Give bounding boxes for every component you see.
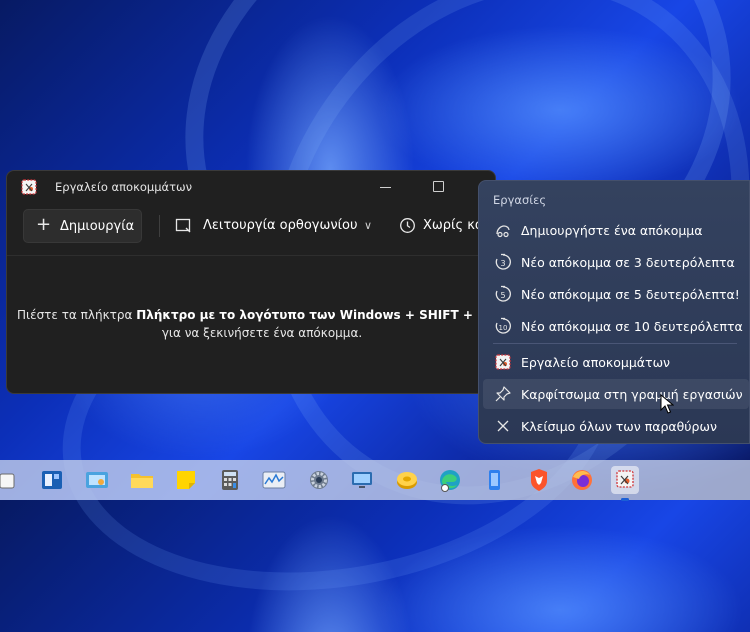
snipping-tool-icon — [495, 354, 511, 370]
title-bar[interactable]: Εργαλείο αποκομμάτων — [7, 171, 495, 203]
svg-text:10: 10 — [499, 324, 508, 332]
task-label: Νέο απόκομμα σε 10 δευτερόλεπτα — [521, 319, 743, 334]
sticky-notes-icon[interactable] — [172, 466, 200, 494]
svg-text:3: 3 — [500, 259, 505, 268]
task-snip-3s[interactable]: 3 Νέο απόκομμα σε 3 δευτερόλεπτα — [483, 247, 749, 277]
edge-icon[interactable] — [436, 466, 464, 494]
clock-icon — [400, 218, 415, 233]
close-all-label: Κλείσιμο όλων των παραθύρων — [521, 419, 717, 434]
pin-label: Καρφίτσωμα στη γραμμή εργασιών — [521, 387, 743, 402]
tasks-header: Εργασίες — [493, 193, 547, 207]
snip-icon — [496, 225, 510, 238]
pin-to-taskbar[interactable]: Καρφίτσωμα στη γραμμή εργασιών — [483, 379, 749, 409]
close-icon — [497, 420, 509, 432]
snip-canvas: Πιέστε τα πλήκτρα Πλήκτρο με το λογότυπο… — [7, 256, 495, 392]
task-label: Νέο απόκομμα σε 3 δευτερόλεπτα — [521, 255, 735, 270]
file-explorer-icon[interactable] — [128, 466, 156, 494]
toolbar-divider — [159, 215, 160, 237]
task-label: Δημιουργήστε ένα απόκομμα — [521, 223, 703, 238]
timer-10-icon: 10 — [495, 317, 511, 334]
mouse-cursor-icon — [660, 394, 674, 414]
chevron-down-icon: ∨ — [364, 219, 373, 232]
firefox-icon[interactable] — [568, 466, 596, 494]
jump-list: Εργασίες Δημιουργήστε ένα απόκομμα 3 Νέο… — [478, 180, 750, 444]
taskbar — [0, 460, 750, 501]
calculator-icon[interactable] — [216, 466, 244, 494]
settings-icon[interactable] — [305, 466, 333, 494]
svg-text:5: 5 — [500, 291, 505, 300]
maximize-button[interactable] — [415, 171, 461, 203]
task-new-snip[interactable]: Δημιουργήστε ένα απόκομμα — [483, 215, 749, 245]
toolbar: + Δημιουργία Λειτουργία ορθογωνίου ∨ Χωρ… — [7, 203, 495, 256]
task-snip-10s[interactable]: 10 Νέο απόκομμα σε 10 δευτερόλεπτα — [483, 311, 749, 341]
window-title: Εργαλείο αποκομμάτων — [55, 180, 193, 194]
phone-link-icon[interactable] — [480, 466, 508, 494]
snipping-tool-icon[interactable] — [611, 466, 639, 501]
disk-icon[interactable] — [393, 466, 421, 494]
resource-monitor-icon[interactable] — [260, 466, 288, 494]
instruction-line2: για να ξεκινήσετε ένα απόκομμα. — [161, 326, 363, 340]
instruction-pre: Πιέστε τα πλήκτρα — [17, 308, 137, 322]
task-label: Νέο απόκομμα σε 5 δευτερόλεπτα! — [521, 287, 740, 302]
plus-icon: + — [36, 214, 52, 235]
delay-label: Χωρίς κα — [423, 218, 484, 233]
open-snipping-tool[interactable]: Εργαλείο αποκομμάτων — [483, 347, 749, 377]
close-all-windows[interactable]: Κλείσιμο όλων των παραθύρων — [483, 411, 749, 441]
timer-3-icon: 3 — [495, 253, 511, 270]
pin-icon — [495, 386, 511, 402]
app-label: Εργαλείο αποκομμάτων — [521, 355, 671, 370]
rectangle-mode-icon — [175, 218, 191, 233]
minimize-button[interactable] — [363, 171, 409, 203]
brave-icon[interactable] — [525, 466, 553, 494]
new-snip-label: Δημιουργία — [60, 219, 135, 234]
remote-desktop-icon[interactable] — [348, 466, 376, 494]
timer-5-icon: 5 — [495, 285, 511, 302]
instruction-shortcut: Πλήκτρο με το λογότυπο των Windows + SHI… — [136, 308, 473, 322]
snipping-tool-window: Εργαλείο αποκομμάτων + Δημιουργία Λειτου… — [6, 170, 496, 394]
snip-mode-dropdown[interactable]: Λειτουργία ορθογωνίου ∨ — [173, 209, 383, 243]
new-snip-button[interactable]: + Δημιουργία — [23, 209, 142, 243]
snip-mode-label: Λειτουργία ορθογωνίου — [203, 218, 358, 233]
control-panel-icon[interactable] — [83, 466, 111, 494]
snipping-tool-icon — [21, 179, 37, 195]
task-snip-5s[interactable]: 5 Νέο απόκομμα σε 5 δευτερόλεπτα! — [483, 279, 749, 309]
widgets-icon[interactable] — [38, 466, 66, 494]
jump-list-divider — [493, 343, 737, 344]
task-view-icon[interactable] — [0, 466, 22, 494]
